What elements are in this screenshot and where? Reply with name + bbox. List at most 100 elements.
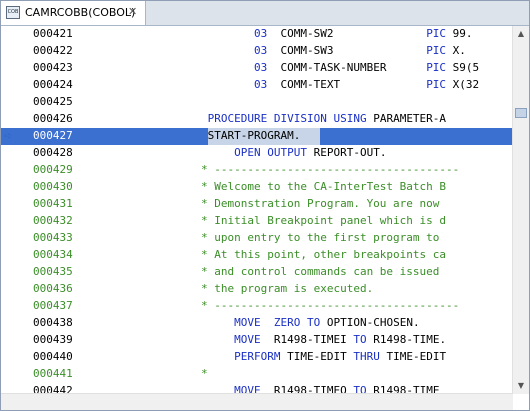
code-token: COMM-TEXT <box>267 78 427 91</box>
code-token: * the program is executed. <box>201 282 374 295</box>
cobol-keyword: 03 <box>253 61 268 74</box>
sequence-number: 000421 <box>33 27 73 40</box>
code-line[interactable]: 000434 * At this point, other breakpoints… <box>1 247 513 264</box>
code-text: * Demonstration Program. You are now <box>201 197 446 210</box>
cobol-keyword: PIC <box>426 27 447 40</box>
code-text: * upon entry to the first program to <box>201 231 446 244</box>
code-token: * At this point, other breakpoints ca <box>201 248 447 261</box>
code-line[interactable]: 000421 03 COMM-SW2 PIC 99. <box>1 26 513 43</box>
cobol-keyword: PIC <box>426 78 447 91</box>
code-text: MOVE R1498-TIMEI TO R1498-TIME. <box>201 333 446 346</box>
cobol-keyword: PIC <box>426 44 447 57</box>
cobol-keyword: ZERO TO <box>273 316 321 329</box>
sequence-number: 000434 <box>33 248 73 261</box>
current-line[interactable]: ➪ 000427 START-PROGRAM. <box>1 128 513 145</box>
cobol-keyword: 03 <box>253 78 268 91</box>
code-token: PARAMETER-A <box>366 112 447 125</box>
sequence-number: 000427 <box>33 129 73 142</box>
code-token: COMM-SW2 <box>267 27 427 40</box>
code-line[interactable]: 000441 * <box>1 366 513 383</box>
source-editor[interactable]: 000421 03 COMM-SW2 PIC 99. 000422 03 COMM… <box>1 26 513 394</box>
code-text: 03 COMM-SW2 PIC 99. <box>201 27 473 40</box>
sequence-number: 000436 <box>33 282 73 295</box>
editor-tab-bar: COB CAMRCOBB(COBOL) ✕ <box>1 1 529 26</box>
code-token: R1498-TIMEI <box>260 333 354 346</box>
code-text: PROCEDURE DIVISION USING PARAMETER-A <box>201 112 446 125</box>
close-icon[interactable]: ✕ <box>128 5 137 18</box>
code-token: R1498-TIME. <box>366 333 447 346</box>
cobol-editor-window: COB CAMRCOBB(COBOL) ✕ 000421 03 COMM-SW2… <box>0 0 530 411</box>
code-text: START-PROGRAM. <box>201 129 301 142</box>
code-line[interactable]: 000431 * Demonstration Program. You are n… <box>1 196 513 213</box>
code-line[interactable]: 000424 03 COMM-TEXT PIC X(32 <box>1 77 513 94</box>
sequence-number: 000425 <box>33 95 73 108</box>
code-line[interactable]: 000422 03 COMM-SW3 PIC X. <box>1 43 513 60</box>
code-text: * Welcome to the CA-InterTest Batch B <box>201 180 446 193</box>
code-line[interactable]: 000430 * Welcome to the CA-InterTest Batc… <box>1 179 513 196</box>
sequence-number: 000426 <box>33 112 73 125</box>
code-token: OPTION-CHOSEN. <box>320 316 420 329</box>
code-line[interactable]: 000429 * --------------------------------… <box>1 162 513 179</box>
code-token: * upon entry to the first program to <box>201 231 447 244</box>
code-line[interactable]: 000437 * --------------------------------… <box>1 298 513 315</box>
code-token: X(32 <box>446 78 480 91</box>
code-text: * At this point, other breakpoints ca <box>201 248 446 261</box>
sequence-number: 000438 <box>33 316 73 329</box>
code-line[interactable]: 000440 PERFORM TIME-EDIT THRU TIME-EDIT <box>1 349 513 366</box>
cobol-keyword: PIC <box>426 61 447 74</box>
code-line[interactable]: 000432 * Initial Breakpoint panel which i… <box>1 213 513 230</box>
code-text: PERFORM TIME-EDIT THRU TIME-EDIT <box>201 350 446 363</box>
code-text: * the program is executed. <box>201 282 373 295</box>
cobol-keyword: 03 <box>253 27 268 40</box>
code-line[interactable]: 000439 MOVE R1498-TIMEI TO R1498-TIME. <box>1 332 513 349</box>
code-line[interactable]: 000435 * and control commands can be issu… <box>1 264 513 281</box>
code-text: 03 COMM-TEXT PIC X(32 <box>201 78 479 91</box>
code-line[interactable]: 000425 <box>1 94 513 111</box>
cobol-keyword: PROCEDURE DIVISION USING <box>207 112 367 125</box>
code-line[interactable]: 000423 03 COMM-TASK-NUMBER PIC S9(5 <box>1 60 513 77</box>
code-token: * <box>201 367 208 380</box>
sequence-number: 000437 <box>33 299 73 312</box>
horizontal-scrollbar[interactable] <box>1 393 513 410</box>
sequence-number: 000424 <box>33 78 73 91</box>
cobol-keyword: MOVE <box>234 333 261 346</box>
scroll-thumb[interactable] <box>515 108 527 118</box>
code-line[interactable]: 000433 * upon entry to the first program … <box>1 230 513 247</box>
code-text: * ------------------------------------- <box>201 163 459 176</box>
vertical-scrollbar[interactable]: ▲ ▼ <box>512 26 529 394</box>
cobol-keyword: MOVE <box>234 316 261 329</box>
code-token: * Initial Breakpoint panel which is d <box>201 214 447 227</box>
code-text: * <box>201 367 208 380</box>
code-line[interactable]: 000438 MOVE ZERO TO OPTION-CHOSEN. <box>1 315 513 332</box>
code-line[interactable]: 000436 * the program is executed. <box>1 281 513 298</box>
code-token: X. <box>446 44 466 57</box>
code-text: MOVE ZERO TO OPTION-CHOSEN. <box>201 316 420 329</box>
code-token: TIME-EDIT <box>280 350 354 363</box>
cobol-file-icon: COB <box>6 6 20 19</box>
sequence-number: 000441 <box>33 367 73 380</box>
code-text: * and control commands can be issued <box>201 265 446 278</box>
code-token: COMM-SW3 <box>267 44 427 57</box>
scroll-up-icon[interactable]: ▲ <box>513 26 529 42</box>
scroll-down-icon[interactable]: ▼ <box>513 378 529 394</box>
sequence-number: 000435 <box>33 265 73 278</box>
code-line[interactable]: 000426 PROCEDURE DIVISION USING PARAMETE… <box>1 111 513 128</box>
editor-tab[interactable]: COB CAMRCOBB(COBOL) ✕ <box>1 1 146 25</box>
current-line-arrow-icon: ➪ <box>4 131 13 142</box>
code-line[interactable]: 000428 OPEN OUTPUT REPORT-OUT. <box>1 145 513 162</box>
sequence-number: 000439 <box>33 333 73 346</box>
sequence-number: 000430 <box>33 180 73 193</box>
code-token: START-PROGRAM. <box>201 129 301 142</box>
code-text: OPEN OUTPUT REPORT-OUT. <box>201 146 386 159</box>
code-token: TIME-EDIT <box>379 350 447 363</box>
code-text: 03 COMM-TASK-NUMBER PIC S9(5 <box>201 61 479 74</box>
cobol-keyword: PERFORM <box>234 350 281 363</box>
